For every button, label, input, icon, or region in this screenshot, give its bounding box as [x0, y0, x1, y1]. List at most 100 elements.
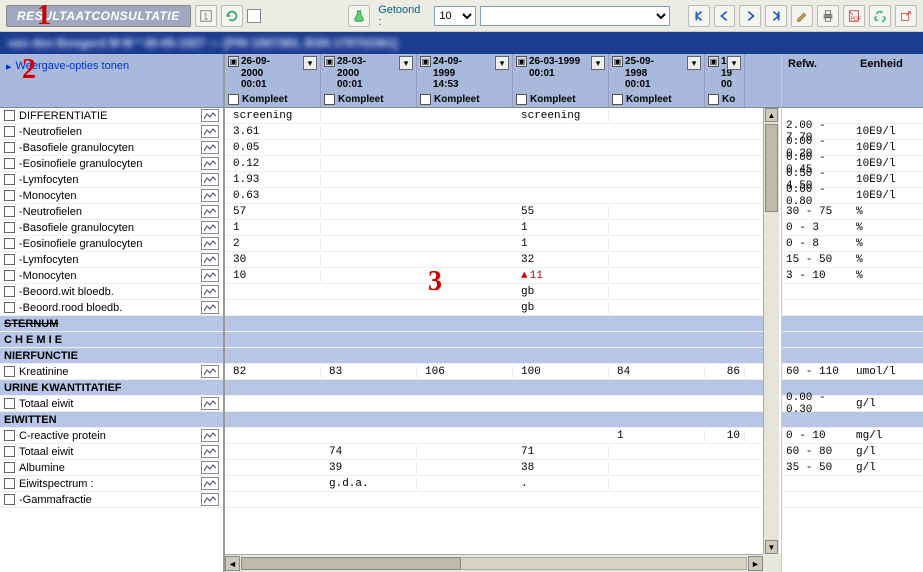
- filter-select[interactable]: [480, 6, 669, 26]
- chart-icon-button[interactable]: [201, 285, 219, 298]
- column-checkbox[interactable]: [708, 94, 719, 105]
- last-page-button[interactable]: [765, 5, 787, 27]
- column-dropdown-button[interactable]: ▾: [303, 56, 317, 70]
- row-checkbox[interactable]: [4, 398, 15, 409]
- row-checkbox[interactable]: [4, 446, 15, 457]
- parameter-label: -Basofiele granulocyten: [19, 142, 201, 154]
- row-checkbox[interactable]: [4, 174, 15, 185]
- parameter-label: Eiwitspectrum :: [19, 478, 201, 490]
- chart-icon-button[interactable]: [201, 365, 219, 378]
- chart-icon-button[interactable]: [201, 157, 219, 170]
- chart-icon-button[interactable]: [201, 221, 219, 234]
- row-checkbox[interactable]: [4, 110, 15, 121]
- getoond-select[interactable]: 10: [434, 6, 476, 26]
- scroll-thumb[interactable]: [241, 557, 461, 570]
- column-dropdown-button[interactable]: ▾: [495, 56, 509, 70]
- column-dropdown-button[interactable]: ▾: [727, 56, 741, 70]
- scroll-up-button[interactable]: ▲: [765, 108, 778, 122]
- toolbar-checkbox[interactable]: [247, 9, 261, 23]
- recycle-button[interactable]: [869, 5, 891, 27]
- unit-label: 10E9/l: [854, 158, 918, 170]
- row-checkbox[interactable]: [4, 190, 15, 201]
- result-cell: 1: [609, 430, 705, 442]
- chart-icon-button[interactable]: [201, 205, 219, 218]
- chart-icon-button[interactable]: [201, 173, 219, 186]
- row-checkbox[interactable]: [4, 238, 15, 249]
- row-checkbox[interactable]: [4, 142, 15, 153]
- prev-page-button[interactable]: [714, 5, 736, 27]
- row-checkbox[interactable]: [4, 270, 15, 281]
- chart-icon-button[interactable]: [201, 237, 219, 250]
- section-row: EIWITTEN: [0, 412, 223, 428]
- unit-label: 10E9/l: [854, 126, 918, 138]
- chart-icon-button[interactable]: [201, 429, 219, 442]
- row-checkbox[interactable]: [4, 126, 15, 137]
- row-checkbox[interactable]: [4, 206, 15, 217]
- pdf-button[interactable]: PDF: [843, 5, 865, 27]
- horizontal-scrollbar[interactable]: ◄ ►: [225, 554, 763, 572]
- result-cell: 55: [513, 206, 609, 218]
- refresh-button[interactable]: [221, 5, 243, 27]
- expand-icon[interactable]: ▸: [6, 60, 12, 73]
- next-page-button[interactable]: [739, 5, 761, 27]
- vertical-scrollbar[interactable]: ▲ ▼: [763, 108, 779, 554]
- flask-icon-button[interactable]: [348, 5, 370, 27]
- result-cell: gb: [513, 286, 609, 298]
- display-options-link[interactable]: Weergave-opties tonen: [16, 60, 130, 72]
- parameter-label: -Neutrofielen: [19, 206, 201, 218]
- reference-value: 60 - 110: [782, 366, 854, 378]
- eenheid-header: Eenheid: [854, 54, 918, 107]
- parameter-label: -Gammafractie: [19, 494, 201, 506]
- row-checkbox[interactable]: [4, 254, 15, 265]
- chart-icon-button[interactable]: [201, 141, 219, 154]
- chart-icon-button[interactable]: [201, 397, 219, 410]
- column-checkbox[interactable]: [516, 94, 527, 105]
- chart-icon-button[interactable]: [201, 269, 219, 282]
- chart-icon-button[interactable]: [201, 253, 219, 266]
- toolbar: RESULTAATCONSULTATIE 1 Getoond : 10 PDF: [0, 0, 923, 32]
- column-dropdown-button[interactable]: ▾: [399, 56, 413, 70]
- chart-icon-button[interactable]: [201, 301, 219, 314]
- reference-value: 3 - 10: [782, 270, 854, 282]
- row-checkbox[interactable]: [4, 222, 15, 233]
- row-checkbox[interactable]: [4, 302, 15, 313]
- column-dropdown-button[interactable]: ▾: [591, 56, 605, 70]
- chart-icon-button[interactable]: [201, 493, 219, 506]
- print-button[interactable]: [817, 5, 839, 27]
- parameter-row: -Neutrofielen: [0, 204, 223, 220]
- reference-row: 0 - 8 %: [782, 236, 923, 252]
- result-cell: 86: [705, 366, 745, 378]
- row-checkbox[interactable]: [4, 478, 15, 489]
- chart-icon-button[interactable]: [201, 445, 219, 458]
- column-dropdown-button[interactable]: ▾: [687, 56, 701, 70]
- scroll-left-button[interactable]: ◄: [225, 556, 240, 571]
- unit-label: %: [854, 222, 918, 234]
- chart-icon-button[interactable]: [201, 125, 219, 138]
- help-icon-button[interactable]: 1: [195, 5, 217, 27]
- column-status: Kompleet: [242, 94, 288, 105]
- chart-icon-button[interactable]: [201, 461, 219, 474]
- row-checkbox[interactable]: [4, 462, 15, 473]
- row-checkbox[interactable]: [4, 494, 15, 505]
- export-button[interactable]: [895, 5, 917, 27]
- scroll-right-button[interactable]: ►: [748, 556, 763, 571]
- row-checkbox[interactable]: [4, 158, 15, 169]
- scroll-down-button[interactable]: ▼: [765, 540, 778, 554]
- first-page-button[interactable]: [688, 5, 710, 27]
- date-column-header: ▣ 24-09-199914:53 ▾ Kompleet: [417, 54, 513, 107]
- chart-icon-button[interactable]: [201, 477, 219, 490]
- column-checkbox[interactable]: [420, 94, 431, 105]
- write-button[interactable]: [791, 5, 813, 27]
- row-checkbox[interactable]: [4, 366, 15, 377]
- row-checkbox[interactable]: [4, 430, 15, 441]
- parameter-row: -Eosinofiele granulocyten: [0, 236, 223, 252]
- parameter-label: -Lymfocyten: [19, 254, 201, 266]
- chart-icon-button[interactable]: [201, 109, 219, 122]
- vscroll-thumb[interactable]: [765, 124, 778, 212]
- row-checkbox[interactable]: [4, 286, 15, 297]
- column-checkbox[interactable]: [324, 94, 335, 105]
- date-column-header: ▣ 26-09-200000:01 ▾ Kompleet: [225, 54, 321, 107]
- chart-icon-button[interactable]: [201, 189, 219, 202]
- column-checkbox[interactable]: [612, 94, 623, 105]
- column-checkbox[interactable]: [228, 94, 239, 105]
